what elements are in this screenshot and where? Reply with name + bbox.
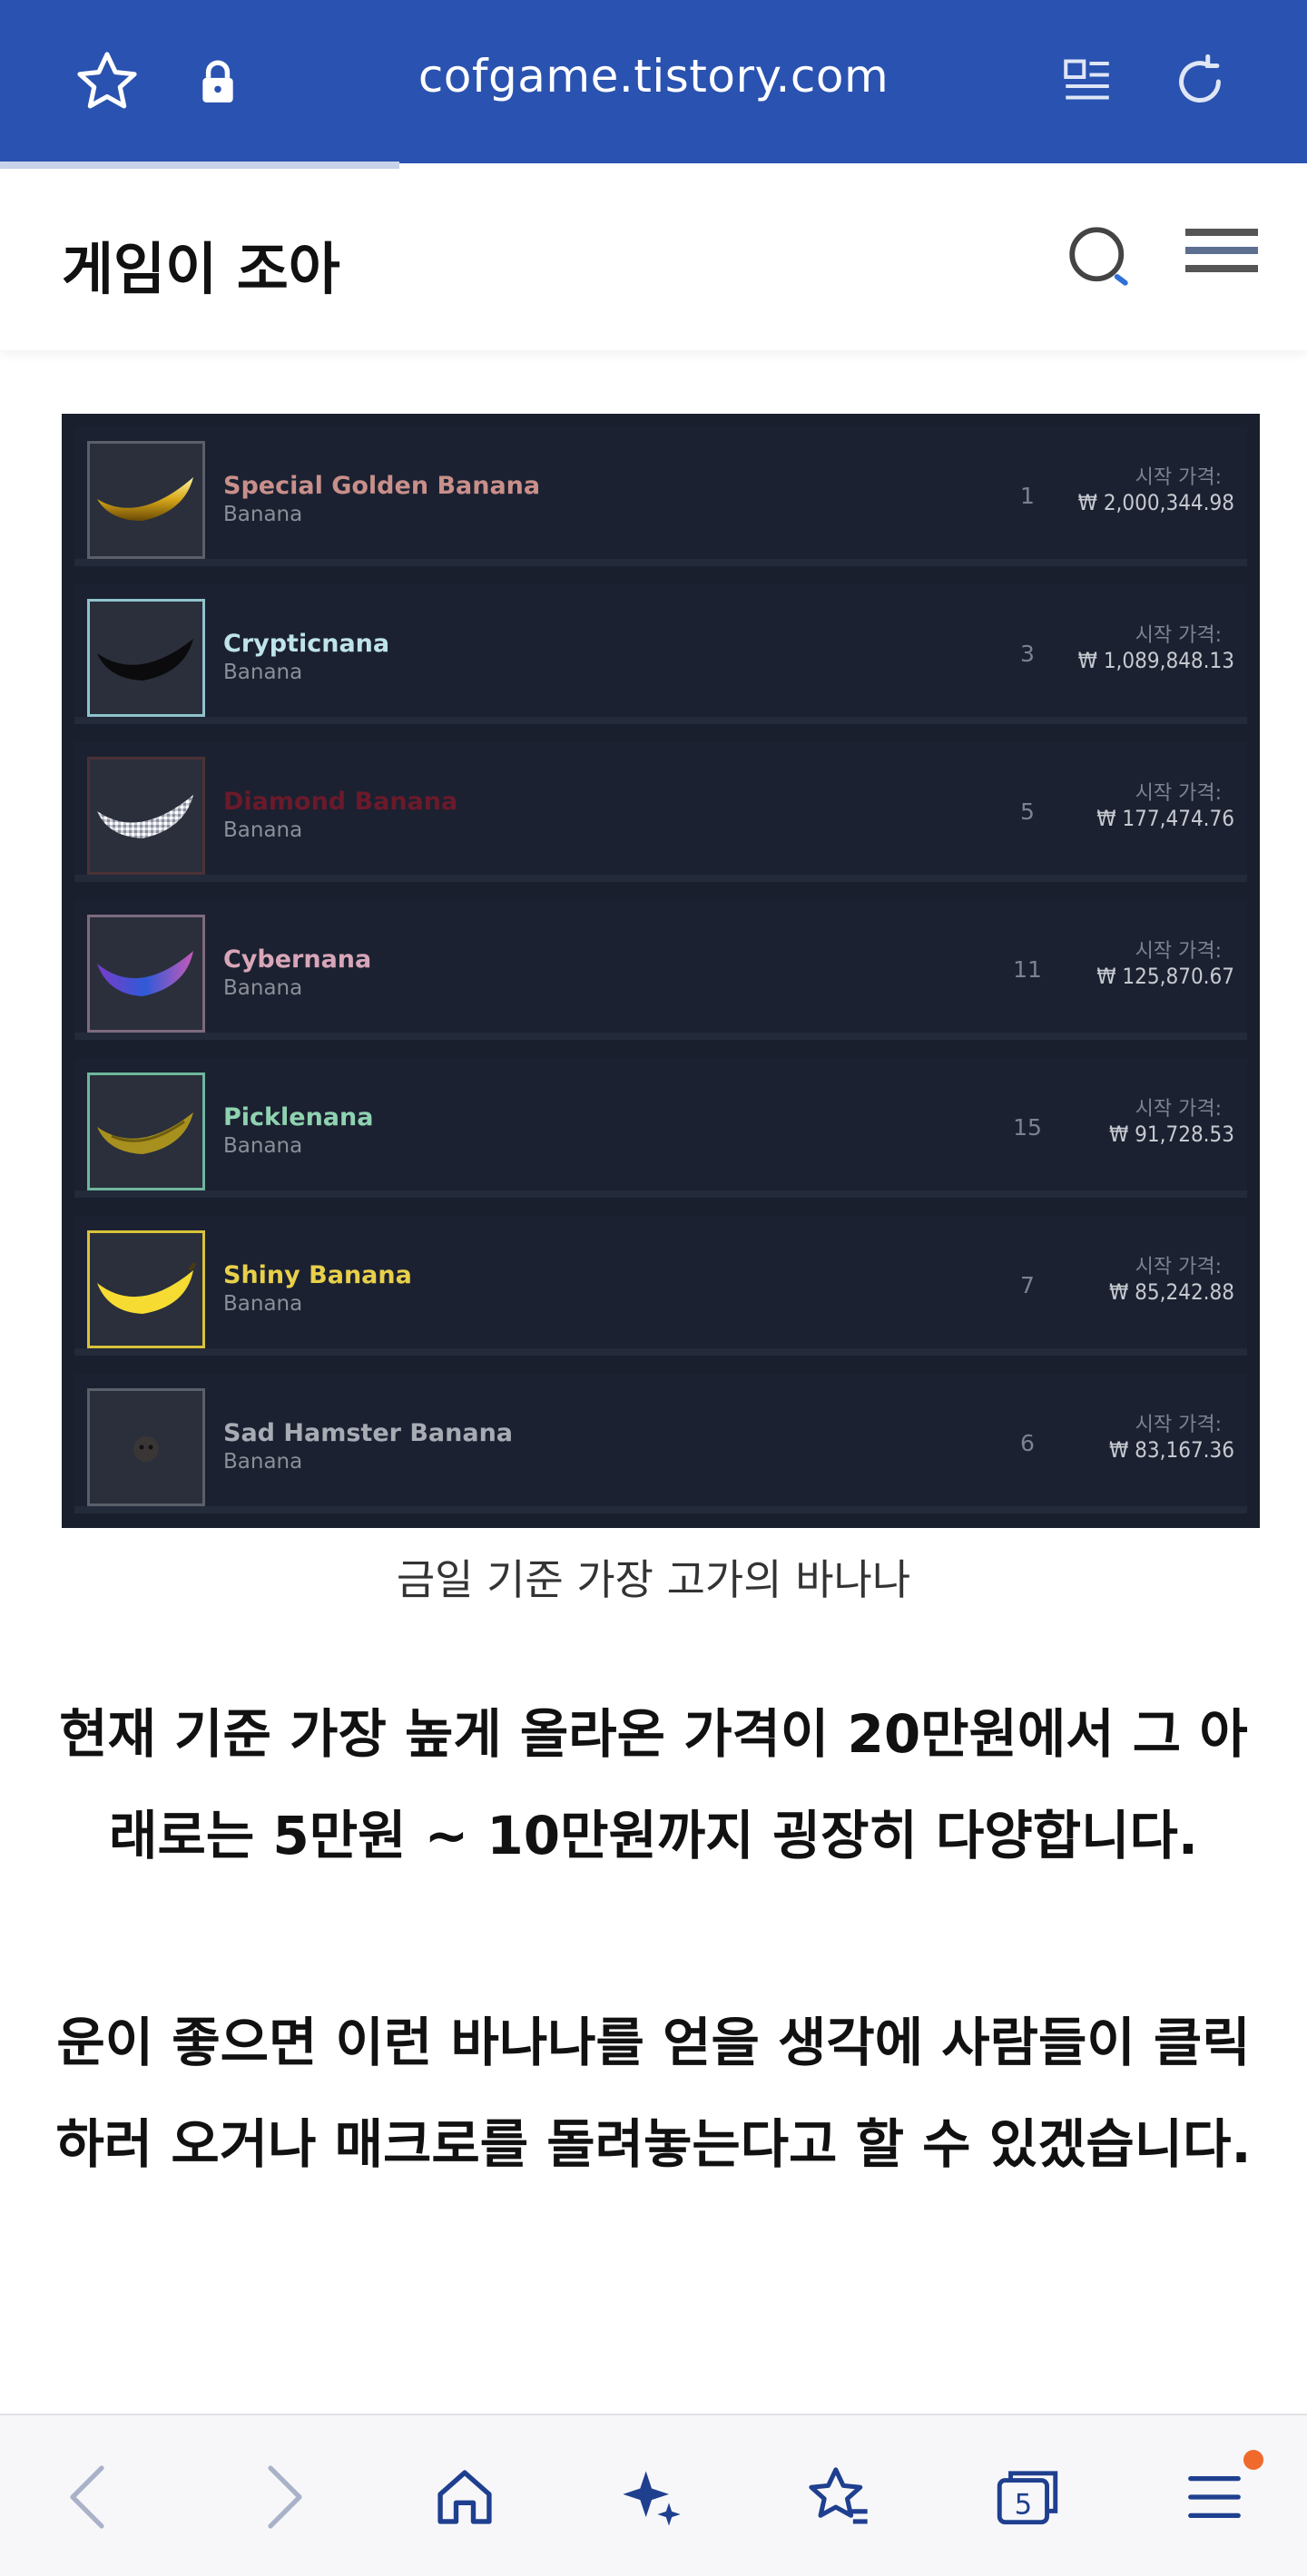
diamond-banana-icon <box>87 757 205 875</box>
item-qty: 5 <box>1020 798 1035 825</box>
reload-icon[interactable] <box>1164 45 1236 118</box>
price-label: 시작 가격: <box>1135 466 1222 489</box>
item-price: ₩ 1,089,848.13 <box>1077 648 1234 673</box>
item-list-image: Special Golden Banana Banana 1 시작 가격: ₩ … <box>62 414 1260 1528</box>
item-name[interactable]: Cybernana <box>223 945 371 974</box>
item-type: Banana <box>223 1450 303 1474</box>
black-banana-icon <box>87 599 205 717</box>
item-qty: 6 <box>1020 1430 1035 1456</box>
item-qty: 11 <box>1013 956 1042 983</box>
cyber-banana-icon <box>87 915 205 1033</box>
item-price: ₩ 177,474.76 <box>1096 806 1234 831</box>
item-price: ₩ 2,000,344.98 <box>1077 490 1234 515</box>
shiny-banana-icon <box>87 1230 205 1348</box>
blog-title[interactable]: 게임이 조아 <box>62 223 340 305</box>
list-item: Cybernana Banana 11 시작 가격: ₩ 125,870.67 <box>74 900 1247 1040</box>
back-icon[interactable] <box>44 2452 134 2542</box>
item-qty: 15 <box>1013 1114 1042 1141</box>
item-price: ₩ 85,242.88 <box>1108 1279 1234 1305</box>
item-type: Banana <box>223 661 303 684</box>
item-name[interactable]: Crypticnana <box>223 630 389 658</box>
list-item: Special Golden Banana Banana 1 시작 가격: ₩ … <box>74 426 1247 566</box>
item-qty: 1 <box>1020 483 1035 509</box>
item-name[interactable]: Diamond Banana <box>223 788 457 816</box>
golden-banana-icon <box>87 441 205 559</box>
hamster-banana-icon <box>87 1388 205 1506</box>
item-name[interactable]: Picklenana <box>223 1103 373 1131</box>
search-icon[interactable] <box>1062 220 1144 301</box>
item-price: ₩ 125,870.67 <box>1096 964 1234 989</box>
price-label: 시작 가격: <box>1135 1414 1222 1436</box>
body-paragraph: 운이 좋으면 이런 바나나를 얻을 생각에 사람들이 클릭하러 오거나 매크로를… <box>55 2012 1252 2175</box>
price-label: 시작 가격: <box>1135 1256 1222 1278</box>
page-load-progress <box>0 162 399 169</box>
list-item: Sad Hamster Banana Banana 6 시작 가격: ₩ 83,… <box>74 1374 1247 1513</box>
item-type: Banana <box>223 503 303 526</box>
list-item: Crypticnana Banana 3 시작 가격: ₩ 1,089,848.… <box>74 584 1247 724</box>
blog-header: 게임이 조아 <box>0 169 1307 350</box>
price-label: 시작 가격: <box>1135 624 1222 647</box>
forward-icon[interactable] <box>238 2452 329 2542</box>
item-type: Banana <box>223 1292 303 1316</box>
ai-sparkle-icon[interactable] <box>606 2452 697 2542</box>
price-label: 시작 가격: <box>1135 1098 1222 1121</box>
home-icon[interactable] <box>419 2452 510 2542</box>
list-item: Shiny Banana Banana 7 시작 가격: ₩ 85,242.88 <box>74 1216 1247 1356</box>
body-paragraph: 현재 기준 가장 높게 올라온 가격이 20만원에서 그 아래로는 5만원 ~ … <box>59 1703 1248 1866</box>
image-caption: 금일 기준 가장 고가의 바나나 <box>396 1555 911 1604</box>
browser-address-bar: cofgame.tistory.com <box>0 0 1307 169</box>
tab-count: 5 <box>1015 2488 1033 2521</box>
pickle-banana-icon <box>87 1073 205 1190</box>
item-type: Banana <box>223 818 303 842</box>
item-qty: 3 <box>1020 641 1035 667</box>
list-item: Diamond Banana Banana 5 시작 가격: ₩ 177,474… <box>74 742 1247 882</box>
reader-mode-icon[interactable] <box>1051 45 1124 118</box>
bookmarks-icon[interactable] <box>793 2452 884 2542</box>
item-price: ₩ 83,167.36 <box>1108 1437 1234 1463</box>
item-type: Banana <box>223 1134 303 1158</box>
hamburger-menu-icon[interactable] <box>1180 227 1262 290</box>
item-type: Banana <box>223 976 303 1000</box>
browser-toolbar: 5 <box>0 2414 1307 2576</box>
item-name[interactable]: Special Golden Banana <box>223 472 540 500</box>
tabs-icon[interactable]: 5 <box>982 2452 1073 2542</box>
price-label: 시작 가격: <box>1135 782 1222 805</box>
price-label: 시작 가격: <box>1135 940 1222 963</box>
notification-dot <box>1243 2450 1263 2470</box>
list-item: Picklenana Banana 15 시작 가격: ₩ 91,728.53 <box>74 1058 1247 1198</box>
item-name[interactable]: Shiny Banana <box>223 1261 412 1289</box>
item-name[interactable]: Sad Hamster Banana <box>223 1419 513 1447</box>
item-qty: 7 <box>1020 1272 1035 1298</box>
item-price: ₩ 91,728.53 <box>1108 1121 1234 1147</box>
